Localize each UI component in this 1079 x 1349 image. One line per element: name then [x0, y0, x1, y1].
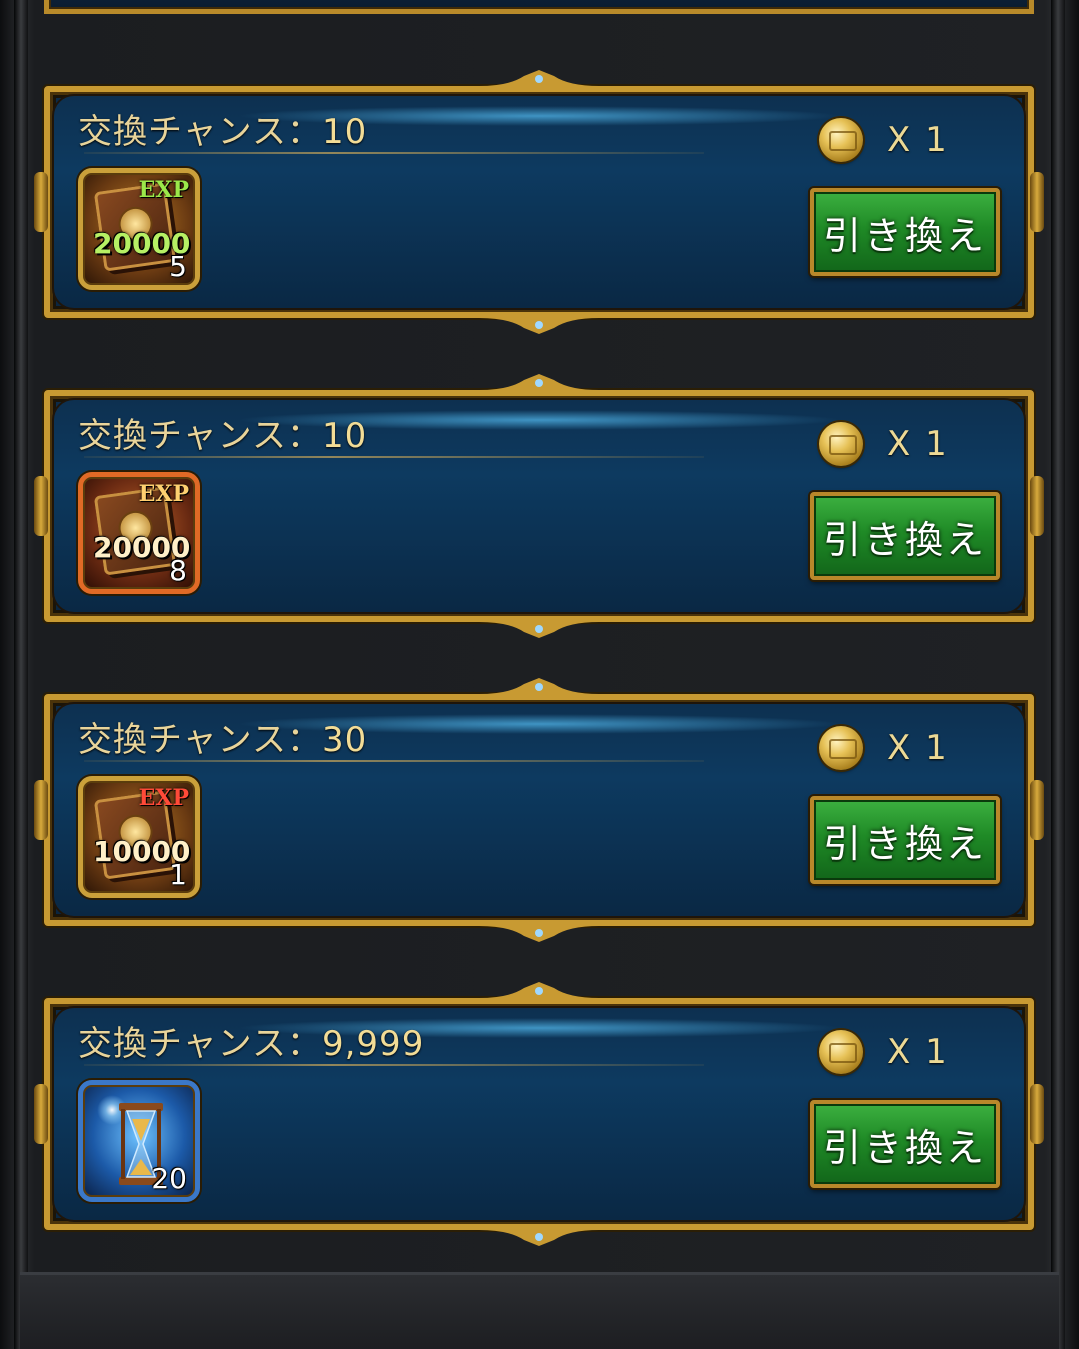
exchange-card: 交換チャンス：10 X 1 EXP 20000 5 引き換え [34, 70, 1044, 334]
ornament-right [1030, 1084, 1044, 1144]
cost-display: X 1 [819, 1028, 949, 1076]
cost-amount: X 1 [887, 424, 949, 464]
chance-count: 9,999 [321, 1024, 425, 1064]
gold-coin-icon [819, 726, 863, 770]
title-divider [84, 152, 704, 154]
ornament-right [1030, 780, 1044, 840]
ornament-left [34, 780, 48, 840]
exchange-chance-label: 交換チャンス：10 [78, 104, 367, 153]
ornament-top [479, 374, 599, 390]
cost-display: X 1 [819, 116, 949, 164]
item-quantity: 1 [169, 858, 187, 891]
item-quantity: 5 [169, 250, 187, 283]
cost-value: 1 [925, 424, 949, 464]
exp-tag: EXP [138, 481, 189, 507]
ornament-bottom [479, 926, 599, 942]
exchange-card: 交換チャンス：10 X 1 EXP 20000 8 引き換え [34, 374, 1044, 638]
title-divider [84, 1064, 704, 1066]
gold-coin-icon [819, 422, 863, 466]
gold-coin-icon [819, 118, 863, 162]
item-quantity: 20 [151, 1162, 187, 1195]
reward-item[interactable]: EXP 10000 1 [78, 776, 200, 898]
exchange-chance-label: 交換チャンス：30 [78, 712, 367, 761]
cost-prefix: X [887, 1032, 913, 1072]
redeem-button-label: 引き換え [822, 821, 987, 866]
chance-prefix: 交換チャンス： [78, 1024, 322, 1064]
reward-item[interactable]: 20 [78, 1080, 200, 1202]
exchange-screen: 交換チャンス：10 X 1 EXP 20000 5 引き換え 交換チャンス：10… [0, 0, 1079, 1349]
chance-prefix: 交換チャンス： [78, 416, 322, 456]
reward-item[interactable]: EXP 20000 8 [78, 472, 200, 594]
ornament-top [479, 982, 599, 998]
title-divider [84, 456, 704, 458]
cost-display: X 1 [819, 420, 949, 468]
redeem-button-label: 引き換え [822, 1125, 987, 1170]
ornament-bottom [479, 622, 599, 638]
cost-amount: X 1 [887, 120, 949, 160]
exp-tag: EXP [138, 785, 189, 811]
ornament-left [34, 476, 48, 536]
reward-item[interactable]: EXP 20000 5 [78, 168, 200, 290]
ornament-right [1030, 476, 1044, 536]
item-quantity: 8 [169, 554, 187, 587]
cost-display: X 1 [819, 724, 949, 772]
redeem-button[interactable]: 引き換え [810, 1100, 1000, 1188]
cost-value: 1 [925, 1032, 949, 1072]
chance-count: 30 [321, 720, 368, 760]
title-divider [84, 760, 704, 762]
exchange-chance-label: 交換チャンス：10 [78, 408, 367, 457]
ornament-left [34, 1084, 48, 1144]
redeem-button[interactable]: 引き換え [810, 492, 1000, 580]
ornament-top [479, 70, 599, 86]
cost-amount: X 1 [887, 728, 949, 768]
ornament-bottom [479, 1230, 599, 1246]
exp-tag: EXP [138, 177, 189, 203]
ornament-top [479, 678, 599, 694]
exchange-card: 交換チャンス：30 X 1 EXP 10000 1 引き換え [34, 678, 1044, 942]
left-rail [14, 0, 28, 1349]
previous-card-bottom [44, 0, 1034, 14]
ornament-bottom [479, 318, 599, 334]
ornament-left [34, 172, 48, 232]
exchange-chance-label: 交換チャンス：9,999 [78, 1016, 424, 1065]
cost-value: 1 [925, 120, 949, 160]
redeem-button[interactable]: 引き換え [810, 796, 1000, 884]
gold-coin-icon [819, 1030, 863, 1074]
cost-prefix: X [887, 120, 913, 160]
redeem-button-label: 引き換え [822, 517, 987, 562]
chance-prefix: 交換チャンス： [78, 720, 322, 760]
chance-prefix: 交換チャンス： [78, 112, 322, 152]
chance-count: 10 [321, 112, 368, 152]
cost-amount: X 1 [887, 1032, 949, 1072]
right-rail [1051, 0, 1065, 1349]
cost-prefix: X [887, 728, 913, 768]
cost-value: 1 [925, 728, 949, 768]
redeem-button[interactable]: 引き換え [810, 188, 1000, 276]
exchange-card: 交換チャンス：9,999 X 1 20 引き換え [34, 982, 1044, 1246]
chance-count: 10 [321, 416, 368, 456]
cost-prefix: X [887, 424, 913, 464]
redeem-button-label: 引き換え [822, 213, 987, 258]
bottom-frame [20, 1272, 1059, 1349]
ornament-right [1030, 172, 1044, 232]
